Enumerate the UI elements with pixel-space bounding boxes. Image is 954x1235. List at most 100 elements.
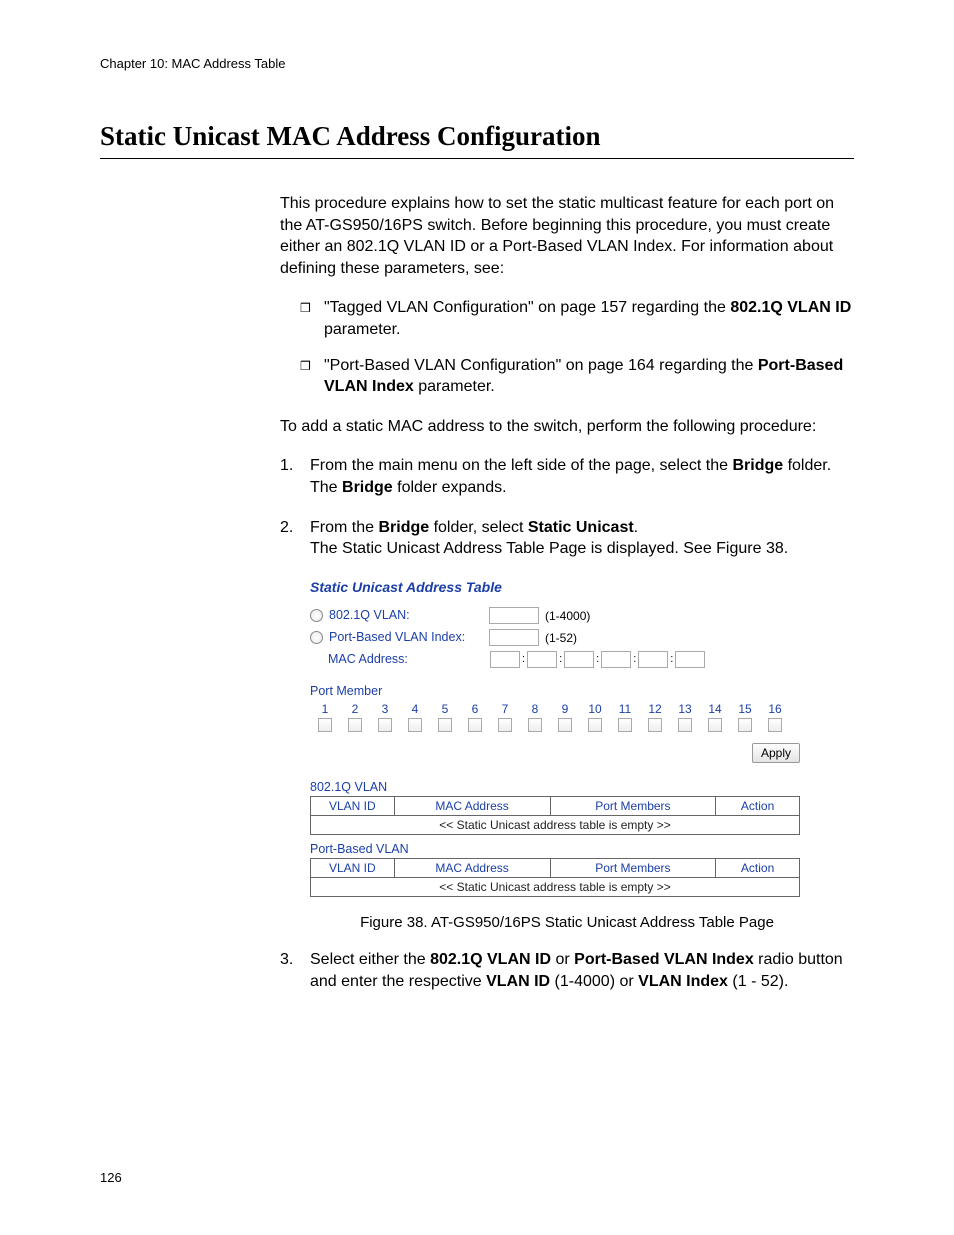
- text-run: Select either the: [310, 951, 430, 968]
- bullet-pre: "Tagged VLAN Configuration" on page 157 …: [324, 299, 730, 316]
- vlan-1q-table: VLAN ID MAC Address Port Members Action …: [310, 796, 800, 835]
- port-checkbox-2[interactable]: [348, 718, 362, 732]
- port-num: 15: [730, 701, 760, 717]
- vlan-1q-range: (1-4000): [545, 608, 590, 624]
- port-member-table: 1 2 3 4 5 6 7 8 9 10 11 12 13 14: [310, 701, 810, 736]
- port-checkbox-13[interactable]: [678, 718, 692, 732]
- vlan-1q-input[interactable]: [489, 607, 539, 624]
- port-num: 5: [430, 701, 460, 717]
- th-vlanid: VLAN ID: [311, 796, 395, 815]
- port-checkbox-9[interactable]: [558, 718, 572, 732]
- port-checkbox-7[interactable]: [498, 718, 512, 732]
- text-run: or: [551, 951, 574, 968]
- port-checkbox-5[interactable]: [438, 718, 452, 732]
- port-num: 1: [310, 701, 340, 717]
- chapter-header: Chapter 10: MAC Address Table: [100, 56, 854, 71]
- port-checkbox-8[interactable]: [528, 718, 542, 732]
- text-run: From the: [310, 519, 378, 536]
- port-checkbox-14[interactable]: [708, 718, 722, 732]
- figure-caption: Figure 38. AT-GS950/16PS Static Unicast …: [280, 913, 854, 933]
- step-text: From the Bridge folder, select Static Un…: [310, 517, 854, 560]
- port-num: 14: [700, 701, 730, 717]
- mac-octet-4[interactable]: [601, 651, 631, 668]
- pbv-label: Port-Based VLAN Index:: [329, 629, 489, 646]
- bullet-pre: "Port-Based VLAN Configuration" on page …: [324, 357, 758, 374]
- port-checkbox-4[interactable]: [408, 718, 422, 732]
- figure-38: Static Unicast Address Table 802.1Q VLAN…: [310, 578, 854, 934]
- mac-octet-5[interactable]: [638, 651, 668, 668]
- empty-row: << Static Unicast address table is empty…: [311, 878, 800, 897]
- radio-802-1q-vlan[interactable]: [310, 609, 323, 622]
- colon-icon: :: [522, 652, 525, 667]
- text-bold: Bridge: [342, 479, 393, 496]
- step-2: 2. From the Bridge folder, select Static…: [280, 517, 854, 560]
- bullet-marker-icon: ❒: [300, 355, 324, 377]
- port-num: 2: [340, 701, 370, 717]
- bullet-text: "Port-Based VLAN Configuration" on page …: [324, 355, 854, 398]
- port-checkbox-1[interactable]: [318, 718, 332, 732]
- text-bold: Bridge: [378, 519, 429, 536]
- port-checkbox-3[interactable]: [378, 718, 392, 732]
- vlan-1q-label: 802.1Q VLAN:: [329, 607, 489, 624]
- port-num: 6: [460, 701, 490, 717]
- bullet-bold: 802.1Q VLAN ID: [730, 299, 851, 316]
- intro-paragraph: This procedure explains how to set the s…: [280, 193, 854, 279]
- mac-octet-2[interactable]: [527, 651, 557, 668]
- port-num: 7: [490, 701, 520, 717]
- text-run: The Static Unicast Address Table Page is…: [310, 540, 788, 557]
- mac-label: MAC Address:: [328, 651, 488, 668]
- step-number: 1.: [280, 455, 310, 477]
- port-num: 16: [760, 701, 790, 717]
- mac-octet-3[interactable]: [564, 651, 594, 668]
- th-action: Action: [716, 796, 800, 815]
- port-num: 4: [400, 701, 430, 717]
- colon-icon: :: [559, 652, 562, 667]
- bullet-post: parameter.: [324, 321, 400, 338]
- section-802-1q-vlan: 802.1Q VLAN: [310, 779, 810, 796]
- apply-button[interactable]: Apply: [752, 743, 800, 763]
- radio-port-based-vlan[interactable]: [310, 631, 323, 644]
- text-run: From the main menu on the left side of t…: [310, 457, 732, 474]
- port-num: 13: [670, 701, 700, 717]
- text-bold: Bridge: [732, 457, 783, 474]
- port-checkbox-6[interactable]: [468, 718, 482, 732]
- section-port-based-vlan: Port-Based VLAN: [310, 841, 810, 858]
- port-num: 9: [550, 701, 580, 717]
- port-checkbox-10[interactable]: [588, 718, 602, 732]
- port-checkbox-12[interactable]: [648, 718, 662, 732]
- th-port-members: Port Members: [550, 796, 716, 815]
- port-header-row: 1 2 3 4 5 6 7 8 9 10 11 12 13 14: [310, 701, 810, 717]
- lead-paragraph: To add a static MAC address to the switc…: [280, 416, 854, 438]
- th-port-members: Port Members: [550, 858, 716, 877]
- title-rule: [100, 158, 854, 159]
- mac-address-row: MAC Address: : : : : :: [310, 649, 810, 671]
- step-number: 2.: [280, 517, 310, 539]
- port-checkbox-15[interactable]: [738, 718, 752, 732]
- port-member-title: Port Member: [310, 683, 810, 700]
- pbv-table: VLAN ID MAC Address Port Members Action …: [310, 858, 800, 897]
- mac-octet-6[interactable]: [675, 651, 705, 668]
- colon-icon: :: [670, 652, 673, 667]
- bullet-text: "Tagged VLAN Configuration" on page 157 …: [324, 297, 854, 340]
- port-num: 12: [640, 701, 670, 717]
- port-based-vlan-row: Port-Based VLAN Index: (1-52): [310, 627, 810, 649]
- mac-octet-1[interactable]: [490, 651, 520, 668]
- port-num: 8: [520, 701, 550, 717]
- th-vlanid: VLAN ID: [311, 858, 395, 877]
- port-num: 10: [580, 701, 610, 717]
- pbv-input[interactable]: [489, 629, 539, 646]
- bullet-item: ❒ "Tagged VLAN Configuration" on page 15…: [300, 297, 854, 340]
- step-number: 3.: [280, 949, 310, 971]
- text-bold: Static Unicast: [528, 519, 634, 536]
- text-bold: VLAN ID: [486, 973, 550, 990]
- text-run: (1-4000) or: [550, 973, 638, 990]
- port-num: 11: [610, 701, 640, 717]
- step-3: 3. Select either the 802.1Q VLAN ID or P…: [280, 949, 854, 992]
- port-num: 3: [370, 701, 400, 717]
- step-text: From the main menu on the left side of t…: [310, 455, 854, 498]
- step-text: Select either the 802.1Q VLAN ID or Port…: [310, 949, 854, 992]
- bullet-marker-icon: ❒: [300, 297, 324, 319]
- text-run: .: [634, 519, 638, 536]
- port-checkbox-11[interactable]: [618, 718, 632, 732]
- port-checkbox-16[interactable]: [768, 718, 782, 732]
